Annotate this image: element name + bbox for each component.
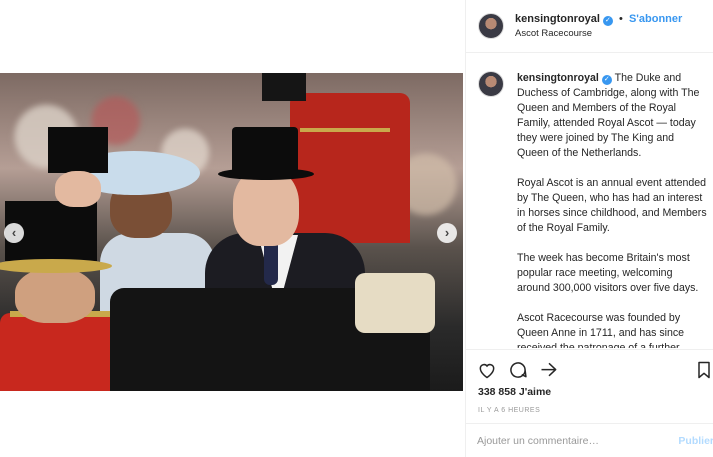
photo-guard-right	[290, 93, 410, 243]
photo-man-left-face	[55, 171, 101, 207]
follow-button[interactable]: S'abonner	[629, 13, 682, 25]
caption-paragraph-1-text: The Duke and Duchess of Cambridge, along…	[517, 72, 700, 159]
caption-avatar[interactable]	[478, 71, 504, 97]
publish-button[interactable]: Publier	[678, 435, 713, 447]
header-title-row: kensingtonroyal ✓ • S'abonner	[515, 13, 710, 26]
comment-icon[interactable]	[508, 360, 528, 380]
account-avatar[interactable]	[478, 13, 504, 39]
prev-photo-button[interactable]: ‹	[4, 223, 24, 243]
photo-guard-gold	[300, 128, 390, 132]
post-media: ‹ ›	[0, 0, 465, 457]
post-actions: 338 858 J'aime IL Y A 6 HEURES	[466, 349, 713, 423]
caption-text: kensingtonroyal ✓ The Duke and Duchess of…	[517, 71, 707, 348]
heart-icon[interactable]	[477, 360, 497, 380]
photo-carriage-seat	[355, 273, 435, 333]
account-username[interactable]: kensingtonroyal	[515, 13, 600, 25]
caption-verified-icon: ✓	[601, 75, 612, 85]
photo-prince-tophat-brim	[218, 168, 314, 180]
comment-form: Publier	[466, 423, 713, 457]
share-icon[interactable]	[539, 360, 559, 380]
bookmark-icon[interactable]	[694, 360, 713, 380]
post-header: kensingtonroyal ✓ • S'abonner Ascot Racec…	[466, 0, 713, 53]
caption-section: kensingtonroyal ✓ The Duke and Duchess of…	[466, 54, 713, 348]
caption-username[interactable]: kensingtonroyal	[517, 72, 599, 84]
photo-footman-head	[15, 268, 95, 323]
verified-badge-icon: ✓	[602, 16, 613, 26]
photo-guard-right-hat	[262, 73, 306, 101]
likes-count[interactable]: 338 858 J'aime	[478, 386, 551, 398]
post-side-panel: kensingtonroyal ✓ • S'abonner Ascot Racec…	[465, 0, 713, 457]
caption-paragraph-2: Royal Ascot is an annual event attended …	[517, 177, 707, 234]
caption-paragraph-3: The week has become Britain's most popul…	[517, 252, 699, 294]
header-separator: •	[619, 13, 623, 25]
next-photo-button[interactable]: ›	[437, 223, 457, 243]
post-photo[interactable]: ‹ ›	[0, 73, 463, 391]
photo-man-left-hat	[48, 127, 108, 173]
post-location[interactable]: Ascot Racecourse	[515, 28, 592, 39]
comment-input[interactable]	[477, 433, 667, 449]
post-timestamp[interactable]: IL Y A 6 HEURES	[478, 407, 540, 414]
caption-paragraph-4: Ascot Racecourse was founded by Queen An…	[517, 312, 685, 348]
caption-paragraph-1: kensingtonroyal ✓ The Duke and Duchess of…	[517, 71, 707, 161]
